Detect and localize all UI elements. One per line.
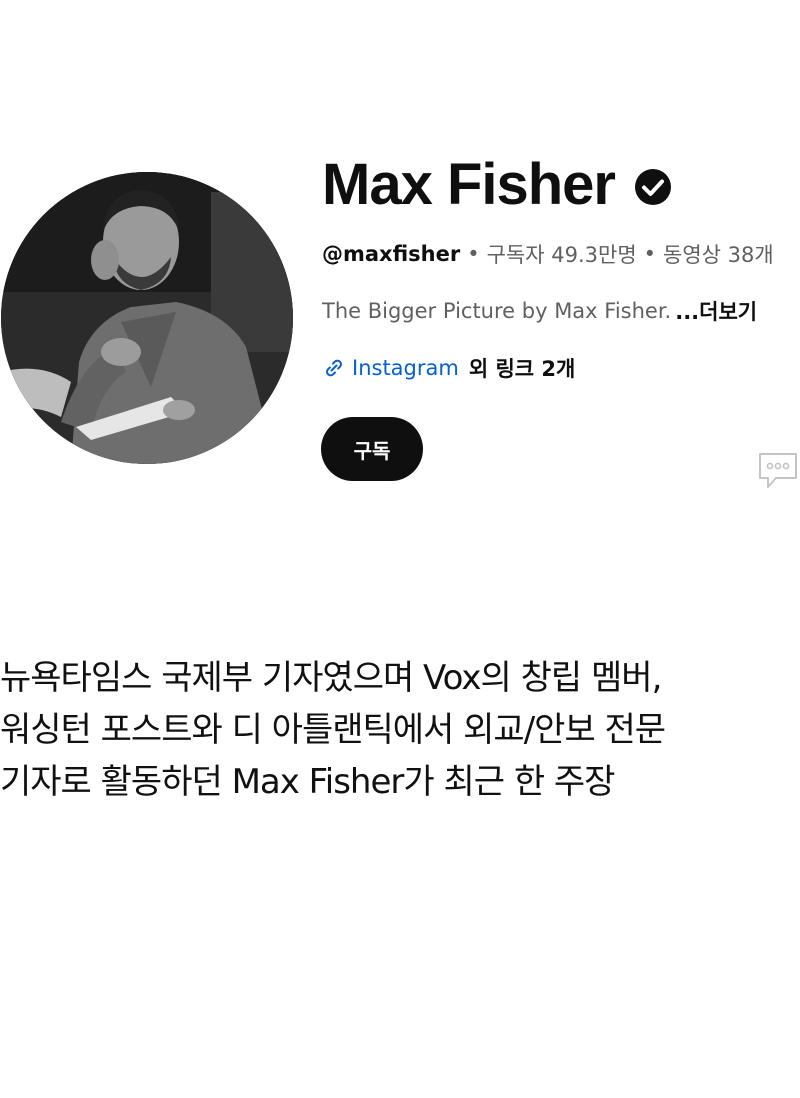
more-link[interactable]: ...더보기 bbox=[675, 296, 757, 326]
avatar-photo bbox=[1, 172, 293, 464]
channel-handle: @maxfisher bbox=[322, 242, 461, 266]
video-count: 동영상 38개 bbox=[663, 243, 774, 267]
caption-line: 기자로 활동하던 Max Fisher가 최근 한 주장 bbox=[0, 762, 615, 802]
subscriber-count: 구독자 49.3만명 bbox=[486, 243, 637, 267]
instagram-link[interactable]: Instagram bbox=[352, 356, 459, 380]
verified-check-icon bbox=[635, 169, 671, 205]
separator-dot: • bbox=[643, 242, 657, 266]
separator-dot: • bbox=[467, 242, 480, 266]
caption-text: 뉴욕타임스 국제부 기자였으며 Vox의 창립 멤버, 워싱턴 포스트와 디 아… bbox=[0, 652, 800, 808]
extra-links[interactable]: 외 링크 2개 bbox=[469, 353, 576, 383]
channel-description[interactable]: The Bigger Picture by Max Fisher. ...더보기 bbox=[322, 295, 757, 327]
caption-line: 워싱턴 포스트와 디 아틀랜틱에서 외교/안보 전문 bbox=[0, 710, 666, 750]
description-text: The Bigger Picture by Max Fisher. bbox=[322, 299, 672, 323]
channel-links: Instagram 외 링크 2개 bbox=[322, 352, 575, 384]
channel-avatar[interactable] bbox=[1, 172, 293, 464]
link-icon bbox=[326, 359, 342, 377]
caption-line: 뉴욕타임스 국제부 기자였으며 Vox의 창립 멤버, bbox=[0, 658, 662, 698]
channel-name: Max Fisher bbox=[322, 151, 616, 217]
channel-meta: @maxfisher • 구독자 49.3만명 • 동영상 38개 bbox=[322, 238, 774, 270]
subscribe-button[interactable]: 구독 bbox=[321, 417, 423, 481]
comment-bubble-icon[interactable] bbox=[756, 450, 800, 492]
channel-title: Max Fisher bbox=[322, 151, 673, 217]
